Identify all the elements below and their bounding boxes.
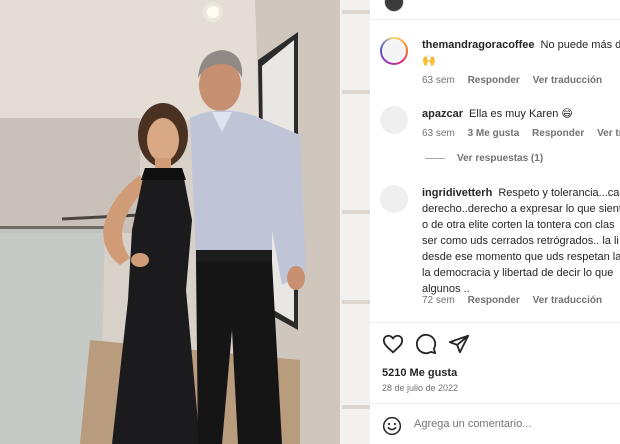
- comment-username[interactable]: apazcar: [422, 108, 463, 120]
- input-divider: [370, 403, 620, 404]
- share-icon[interactable]: [448, 333, 470, 355]
- comment-line: desde ese momento que uds respetan la: [422, 251, 620, 263]
- author-avatar[interactable]: [384, 0, 404, 12]
- commenter-avatar[interactable]: [380, 37, 408, 65]
- comment-icon[interactable]: [415, 333, 437, 355]
- post-header: [370, 0, 620, 20]
- comment-time[interactable]: 63 sem: [422, 128, 455, 139]
- comment-line: algunos ..: [422, 283, 470, 295]
- view-replies-label: Ver respuestas (1): [457, 153, 544, 164]
- comment-time[interactable]: 72 sem: [422, 295, 455, 306]
- comment-line: No puede más de: [540, 39, 620, 51]
- photo-scene: [0, 0, 370, 444]
- comment-meta: 63 sem 3 Me gusta Responder Ver traduc: [422, 128, 620, 139]
- emoji-icon[interactable]: [382, 416, 402, 436]
- likes-count[interactable]: 5210 Me gusta: [382, 367, 457, 379]
- comment-likes[interactable]: 3 Me gusta: [468, 128, 520, 139]
- comment-text: apazcar Ella es muy Karen 😄: [422, 106, 620, 122]
- comment-meta: 72 sem Responder Ver traducción: [422, 295, 612, 306]
- comment-line: derecho..derecho a expresar lo que sient: [422, 203, 620, 215]
- comment-username[interactable]: themandragoracoffee: [422, 39, 534, 51]
- comment-line: la democracia y libertad de decir lo que: [422, 267, 614, 279]
- replies-dash: [425, 157, 445, 159]
- comment-line: o de otra elite corten la tontera con cl…: [422, 219, 615, 231]
- reply-button[interactable]: Responder: [468, 75, 520, 86]
- comment-input[interactable]: [414, 418, 614, 430]
- actions-divider: [370, 322, 620, 323]
- comment-line: ser como uds cerrados retrógrados.. la l…: [422, 235, 619, 247]
- comments-panel: themandragoracoffee No puede más de 🙌 63…: [370, 0, 620, 444]
- comment-line: 🙌: [422, 55, 436, 67]
- reply-button[interactable]: Responder: [468, 295, 520, 306]
- view-replies-button[interactable]: Ver respuestas (1): [425, 153, 543, 164]
- comment-meta: 63 sem Responder Ver traducción: [422, 75, 612, 86]
- commenter-avatar[interactable]: [380, 185, 408, 213]
- commenter-avatar[interactable]: [380, 106, 408, 134]
- comment-line: Ella es muy Karen 😄: [469, 108, 573, 120]
- comment-text: ingridivetterh Respeto y tolerancia...ca…: [422, 185, 620, 297]
- translate-button[interactable]: Ver traducción: [533, 295, 602, 306]
- heart-icon[interactable]: [382, 333, 404, 355]
- translate-button[interactable]: Ver traducción: [533, 75, 602, 86]
- reply-button[interactable]: Responder: [532, 128, 584, 139]
- comment-line: Respeto y tolerancia...cad: [498, 187, 620, 199]
- comment-username[interactable]: ingridivetterh: [422, 187, 492, 199]
- translate-button[interactable]: Ver traduc: [597, 128, 620, 139]
- comment-text: themandragoracoffee No puede más de 🙌: [422, 37, 620, 69]
- post-date: 28 de julio de 2022: [382, 383, 459, 393]
- add-comment-bar: [382, 416, 620, 436]
- post-photo[interactable]: [0, 0, 370, 444]
- comment-time[interactable]: 63 sem: [422, 75, 455, 86]
